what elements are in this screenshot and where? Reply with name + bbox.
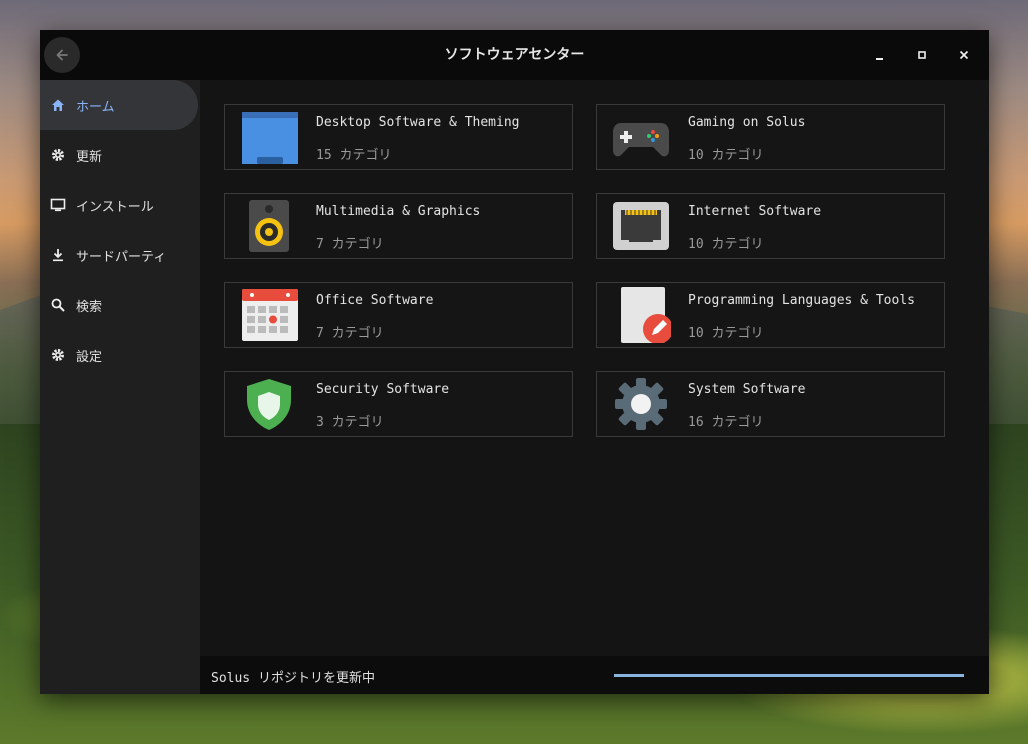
category-count: 10 カテゴリ [688,148,764,163]
minimize-icon [876,58,883,60]
sidebar-item-label: サードパーティ [76,249,167,265]
category-card-desktop[interactable]: Desktop Software & Theming 15 カテゴリ [224,104,573,170]
sidebar-item-label: 更新 [76,149,103,165]
shield-icon [239,376,299,432]
category-name: Desktop Software & Theming [316,115,520,130]
progress-bar-fill [614,674,964,677]
sidebar-item-installed[interactable]: インストール [40,180,200,230]
folder-icon [239,109,299,165]
settings-icon [40,347,76,363]
category-count: 15 カテゴリ [316,148,392,163]
category-card-security[interactable]: Security Software 3 カテゴリ [224,371,573,437]
category-grid: Desktop Software & Theming 15 カテゴリ Gamin… [200,80,989,656]
system-gear-icon [611,376,671,432]
sidebar-item-settings[interactable]: 設定 [40,330,200,380]
status-text: Solus リポジトリを更新中 [211,671,375,686]
document-edit-icon [611,287,673,344]
category-card-internet[interactable]: Internet Software 10 カテゴリ [596,193,945,259]
category-name: Office Software [316,293,434,308]
network-port-icon [611,198,671,254]
minimize-button[interactable] [870,45,890,65]
progress-bar [614,674,964,677]
sidebar-item-third-party[interactable]: サードパーティ [40,230,200,280]
category-count: 10 カテゴリ [688,237,764,252]
sidebar-item-label: 検索 [76,299,103,315]
gear-icon [40,147,76,163]
close-button[interactable] [954,45,974,65]
sidebar-item-label: 設定 [76,349,103,365]
category-name: Multimedia & Graphics [316,204,481,219]
download-icon [40,247,76,263]
maximize-icon [918,51,926,59]
window-title: ソフトウェアセンター [444,47,585,63]
search-icon [40,297,76,313]
category-name: Internet Software [688,204,822,219]
close-icon [959,50,969,60]
category-name: Security Software [316,382,450,397]
sidebar-item-search[interactable]: 検索 [40,280,200,330]
status-bar: Solus リポジトリを更新中 [200,656,989,694]
category-count: 7 カテゴリ [316,237,384,252]
sidebar-item-label: インストール [76,199,154,215]
calendar-icon [239,287,299,343]
category-name: Gaming on Solus [688,115,806,130]
category-card-system[interactable]: System Software 16 カテゴリ [596,371,945,437]
category-name: Programming Languages & Tools [688,293,915,308]
gamepad-icon [611,109,671,165]
software-center-window: ソフトウェアセンター ホーム 更新 インストール サードパーティ 検索 設定 D… [40,30,989,694]
category-card-office[interactable]: Office Software 7 カテゴリ [224,282,573,348]
category-card-programming[interactable]: Programming Languages & Tools 10 カテゴリ [596,282,945,348]
sidebar-item-home[interactable]: ホーム [40,80,198,130]
category-card-gaming[interactable]: Gaming on Solus 10 カテゴリ [596,104,945,170]
home-icon [40,97,76,113]
sidebar-item-label: ホーム [76,99,115,115]
sidebar: ホーム 更新 インストール サードパーティ 検索 設定 [40,80,200,694]
speaker-icon [239,198,299,254]
maximize-button[interactable] [912,45,932,65]
category-count: 16 カテゴリ [688,415,764,430]
sidebar-item-updates[interactable]: 更新 [40,130,200,180]
category-card-multimedia[interactable]: Multimedia & Graphics 7 カテゴリ [224,193,573,259]
monitor-icon [40,197,76,213]
titlebar: ソフトウェアセンター [40,30,989,80]
category-count: 3 カテゴリ [316,415,384,430]
category-name: System Software [688,382,806,397]
category-count: 10 カテゴリ [688,326,764,341]
category-count: 7 カテゴリ [316,326,384,341]
